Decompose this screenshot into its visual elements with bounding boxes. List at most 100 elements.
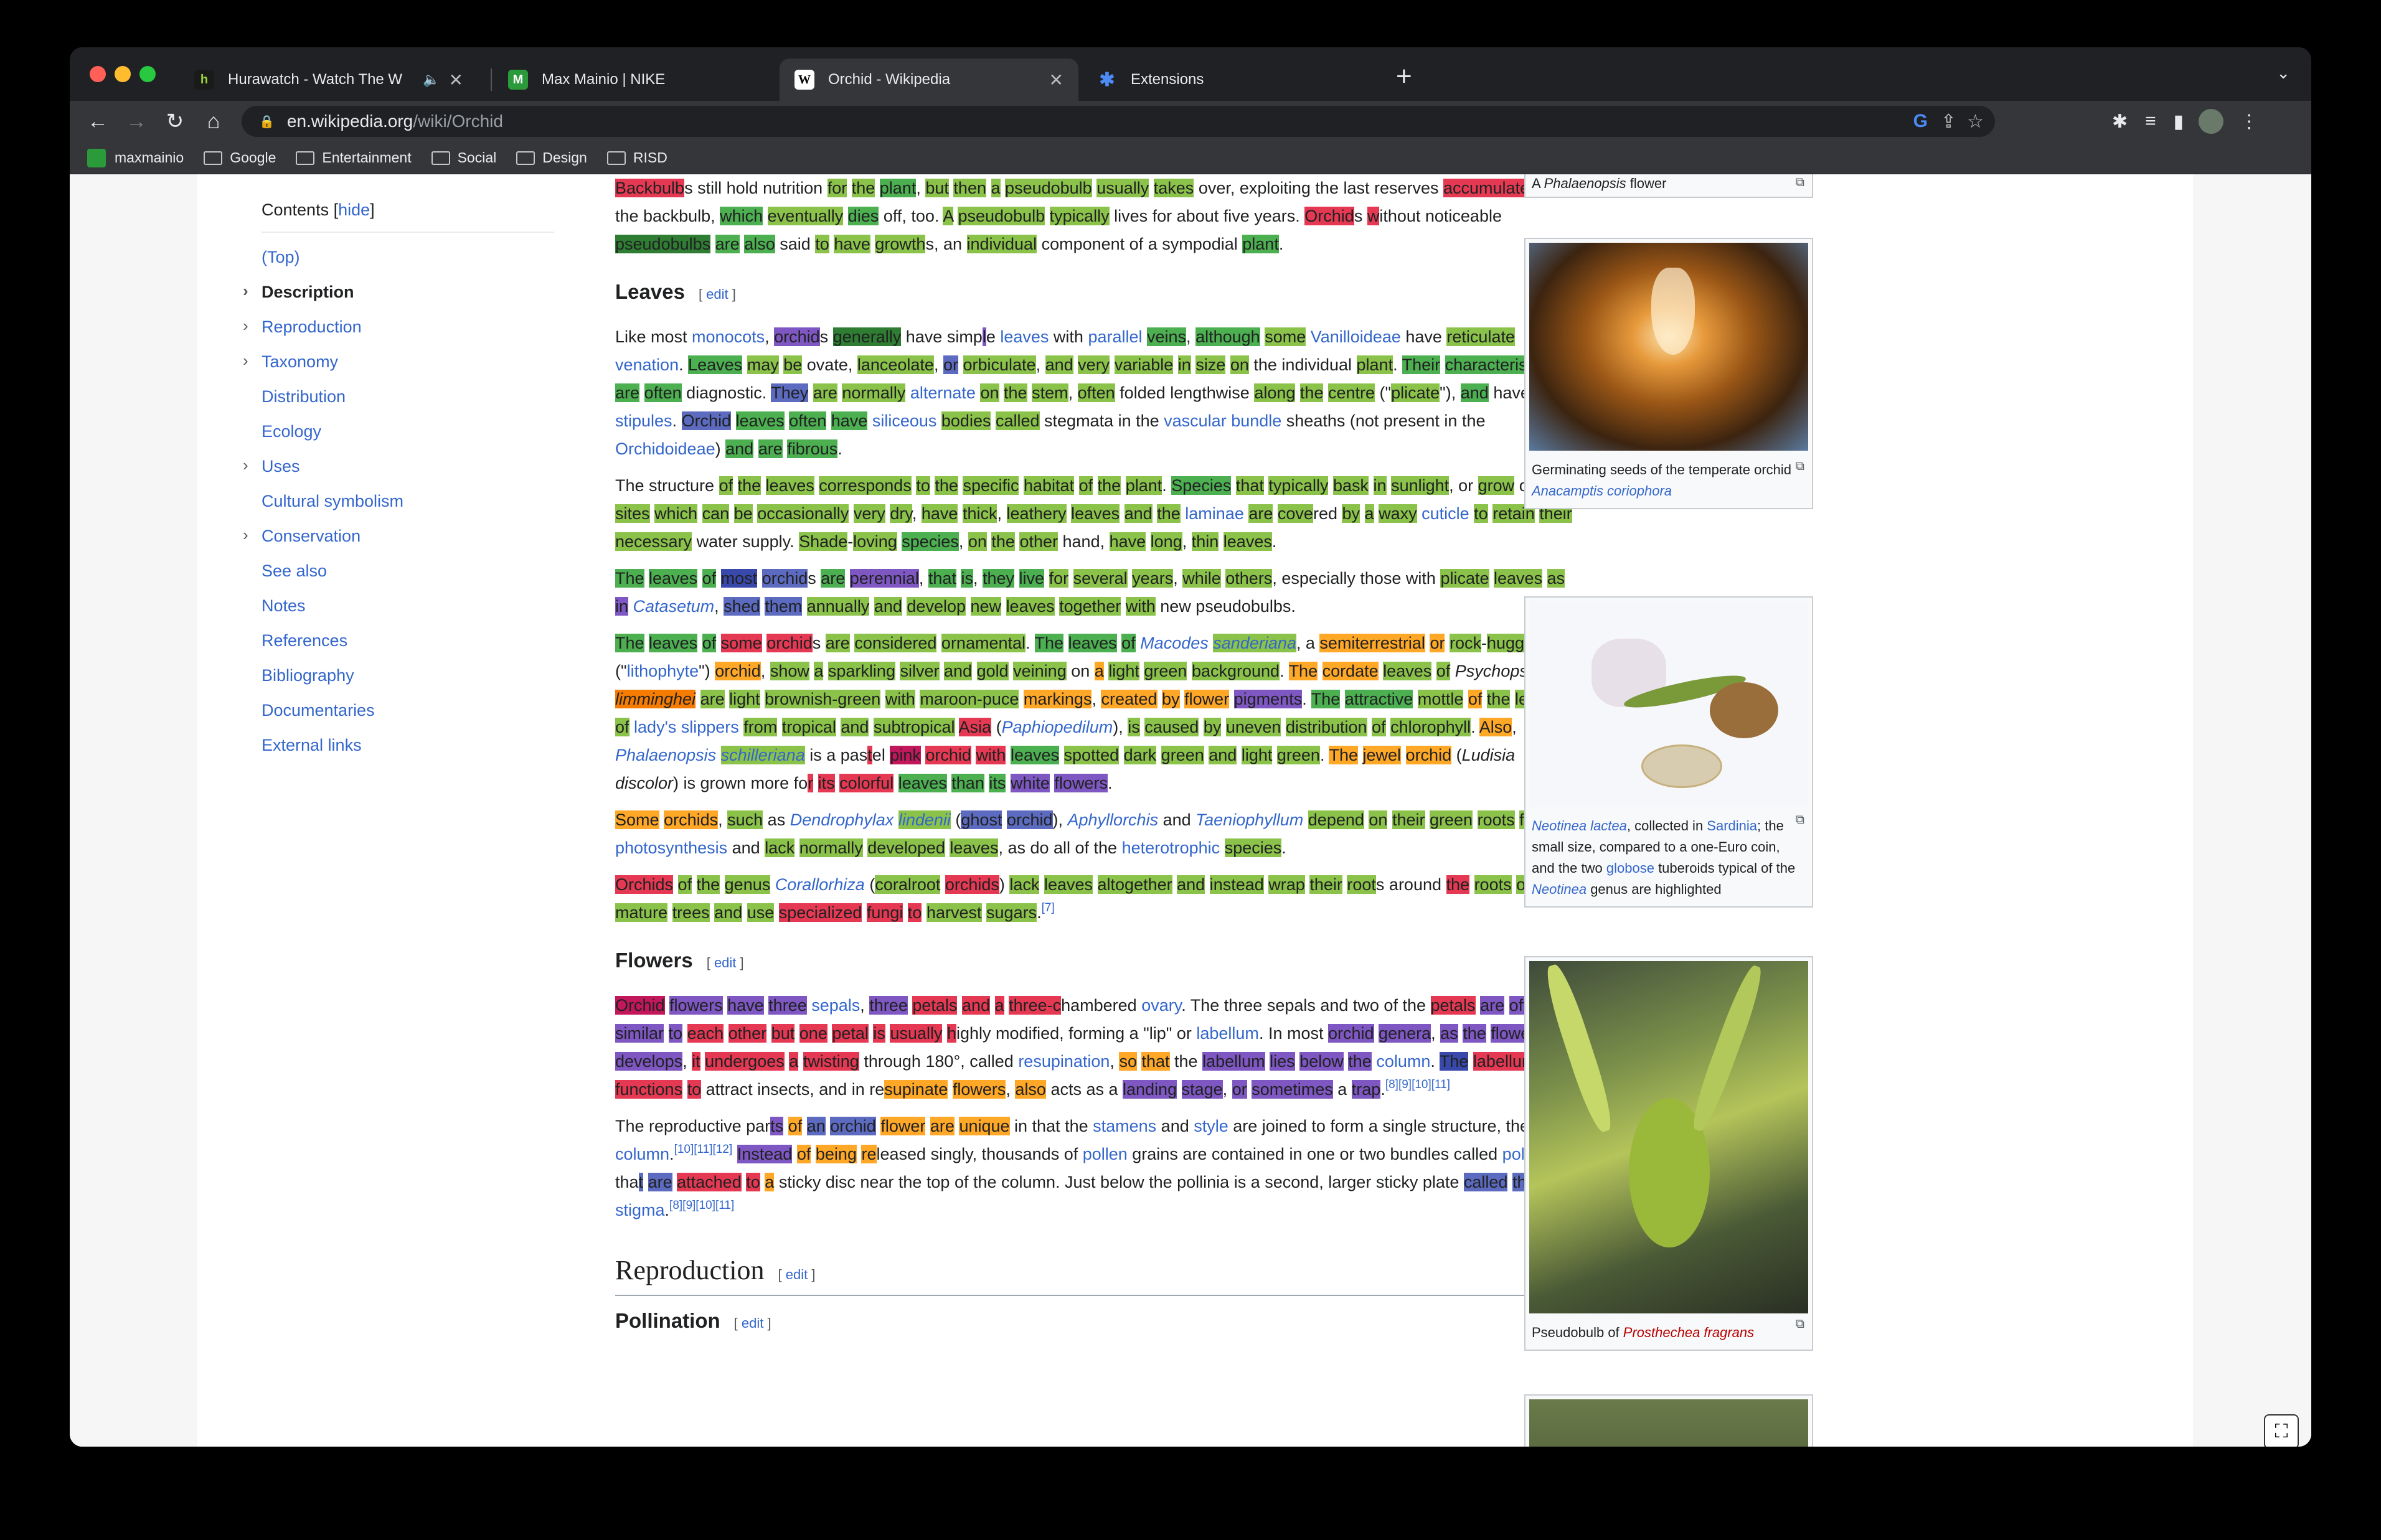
toc-item-documentaries[interactable]: Documentaries xyxy=(262,693,560,728)
section-heading-reproduction: Reproduction[ edit ] xyxy=(615,1252,1574,1296)
caption-link[interactable]: Neotinea lactea xyxy=(1532,818,1627,833)
bookmarks-bar: maxmainio Google Entertainment Social De… xyxy=(70,142,2311,174)
figure-caption: Germinating seeds of the temperate orchi… xyxy=(1532,462,1792,499)
chevron-right-icon[interactable]: › xyxy=(243,343,248,378)
reload-button[interactable]: ↻ xyxy=(156,109,194,134)
pseudobulb-image[interactable] xyxy=(1529,961,1808,1313)
toc-item-bibliography[interactable]: Bibliography xyxy=(262,658,560,693)
toc-item-ecology[interactable]: Ecology xyxy=(262,414,560,449)
enlarge-icon[interactable]: ⧉ xyxy=(1796,1313,1804,1335)
toc-item-taxonomy[interactable]: › Taxonomy xyxy=(243,344,560,379)
folder-icon xyxy=(204,151,223,165)
edit-pollination-link[interactable]: edit xyxy=(742,1315,763,1331)
lock-icon[interactable]: 🔒 xyxy=(259,114,275,129)
tab-strip: h Hurawatch - Watch The W 🔈 ✕ M Max Main… xyxy=(70,47,2311,101)
tab-hurawatch[interactable]: h Hurawatch - Watch The W 🔈 ✕ xyxy=(179,59,478,101)
toc-item-conservation[interactable]: › Conservation xyxy=(243,519,560,553)
paragraph-leaves-2: The structure of the leaves corresponds … xyxy=(615,476,1572,551)
caption-link[interactable]: Sardinia xyxy=(1707,818,1757,833)
figure-caption: Pseudobulb of Prosthechea fragrans xyxy=(1532,1325,1755,1340)
section-heading-flowers: Flowers[ edit ] xyxy=(615,949,744,972)
tab-extensions[interactable]: ✱ Extensions xyxy=(1082,59,1381,101)
figure-germinating-seeds: Germinating seeds of the temperate orchi… xyxy=(1524,238,1813,509)
edit-reproduction-link[interactable]: edit xyxy=(786,1267,808,1282)
reading-list-icon[interactable]: ≡ xyxy=(2145,111,2156,132)
back-button[interactable]: ← xyxy=(78,110,117,134)
chevron-right-icon[interactable]: › xyxy=(243,448,248,482)
orchid-labelled-image[interactable] xyxy=(1529,1399,1808,1447)
caption-link[interactable]: Prosthechea fragrans xyxy=(1623,1325,1754,1340)
paragraph-flowers-1: Orchid flowers have three sepals, three … xyxy=(615,992,1574,1104)
enlarge-icon[interactable]: ⧉ xyxy=(1796,809,1804,830)
edit-flowers-link[interactable]: edit xyxy=(714,955,736,970)
audio-playing-icon[interactable]: 🔈 xyxy=(423,72,440,88)
paragraph-leaves-6: Orchids of the genus Corallorhiza (coral… xyxy=(615,875,1530,922)
bookmark-star-icon[interactable]: ☆ xyxy=(1967,111,1984,133)
toc-item-references[interactable]: References xyxy=(262,623,560,658)
paragraph-leaves-3: The leaves of most orchids are perennial… xyxy=(615,569,1565,616)
toc-item-cultural-symbolism[interactable]: Cultural symbolism xyxy=(262,484,560,519)
folder-icon xyxy=(296,151,315,165)
bookmark-folder-risd[interactable]: RISD xyxy=(606,149,667,166)
bookmark-folder-entertainment[interactable]: Entertainment xyxy=(296,149,412,166)
bookmark-folder-social[interactable]: Social xyxy=(431,149,496,166)
forward-button[interactable]: → xyxy=(117,110,156,134)
toc-item-distribution[interactable]: Distribution xyxy=(262,379,560,414)
share-icon[interactable]: ⇪ xyxy=(1941,111,1956,133)
close-tab-icon[interactable]: ✕ xyxy=(1049,70,1063,90)
nike-profile-icon xyxy=(87,148,106,167)
neotinea-lactea-image[interactable] xyxy=(1529,601,1808,807)
paragraph-pseudobulbs: Backbulbs still hold nutrition for the p… xyxy=(615,179,1557,253)
more-menu-icon[interactable]: ⋮ xyxy=(2240,111,2258,133)
caption-link[interactable]: Neotinea xyxy=(1532,881,1587,897)
section-heading-leaves: Leaves[ edit ] xyxy=(615,280,736,303)
close-window-button[interactable] xyxy=(90,66,106,82)
caption-link[interactable]: globose xyxy=(1606,860,1654,876)
chevron-right-icon[interactable]: › xyxy=(243,273,248,308)
folder-icon xyxy=(606,151,626,165)
paragraph-leaves-5: Some orchids, such as Dendrophylax linde… xyxy=(615,806,1574,862)
chevron-right-icon[interactable]: › xyxy=(243,308,248,343)
new-tab-button[interactable]: + xyxy=(1396,61,1412,92)
toc-hide-link[interactable]: hide xyxy=(338,200,370,219)
enlarge-icon[interactable]: ⧉ xyxy=(1796,174,1804,193)
tab-orchid-wikipedia[interactable]: W Orchid - Wikipedia ✕ xyxy=(780,59,1078,101)
page-viewport: Contents [hide] (Top) › Description › Repr… xyxy=(70,174,2311,1447)
close-tab-icon[interactable]: ✕ xyxy=(449,70,463,90)
browser-window: h Hurawatch - Watch The W 🔈 ✕ M Max Main… xyxy=(70,47,2311,1447)
address-bar[interactable]: 🔒 en.wikipedia.org/wiki/Orchid G ⇪ ☆ xyxy=(242,106,1995,137)
figure-prosthechea-fragrans: Pseudobulb of Prosthechea fragrans ⧉ xyxy=(1524,956,1813,1351)
toc-item-external-links[interactable]: External links xyxy=(262,728,560,763)
minimize-window-button[interactable] xyxy=(115,66,131,82)
fullscreen-icon[interactable]: ⛶ xyxy=(2264,1414,2299,1447)
folder-icon xyxy=(516,151,535,165)
figure-neotinea-lactea: Neotinea lactea, collected in Sardinia; … xyxy=(1524,596,1813,908)
figure-next xyxy=(1524,1394,1813,1447)
edit-leaves-link[interactable]: edit xyxy=(706,286,728,302)
paragraph-leaves-4: The leaves of some orchids are considere… xyxy=(615,629,1574,797)
bookmark-folder-design[interactable]: Design xyxy=(516,149,587,166)
extensions-icon[interactable]: ✱ xyxy=(2112,111,2128,133)
toc-item-see-also[interactable]: See also xyxy=(262,553,560,588)
toc-header: Contents [hide] xyxy=(262,200,375,219)
toc-item-reproduction[interactable]: › Reproduction xyxy=(243,309,560,344)
chevron-right-icon[interactable]: › xyxy=(243,517,248,552)
toc-item-top[interactable]: (Top) xyxy=(262,240,560,275)
bookmark-maxmainio[interactable]: maxmainio xyxy=(87,148,184,167)
profile-avatar[interactable] xyxy=(2199,109,2224,134)
folder-icon xyxy=(431,151,450,165)
toc-item-uses[interactable]: › Uses xyxy=(243,449,560,484)
extensions-puzzle-icon: ✱ xyxy=(1099,69,1115,90)
toc-item-description[interactable]: › Description xyxy=(243,275,560,309)
home-button[interactable]: ⌂ xyxy=(194,110,233,134)
bookmark-folder-google[interactable]: Google xyxy=(204,149,276,166)
caption-link[interactable]: Anacamptis coriophora xyxy=(1532,483,1672,499)
germinating-seeds-image[interactable] xyxy=(1529,243,1808,451)
toc-item-notes[interactable]: Notes xyxy=(262,588,560,623)
chevron-down-icon[interactable]: ⌄ xyxy=(2276,63,2290,83)
article-body: Backbulbs still hold nutrition for the p… xyxy=(615,174,1574,1352)
google-lens-icon[interactable]: G xyxy=(1913,111,1928,132)
side-panel-icon[interactable]: ▮ xyxy=(2174,111,2184,133)
enlarge-icon[interactable]: ⧉ xyxy=(1796,456,1804,477)
zoom-window-button[interactable] xyxy=(139,66,156,82)
